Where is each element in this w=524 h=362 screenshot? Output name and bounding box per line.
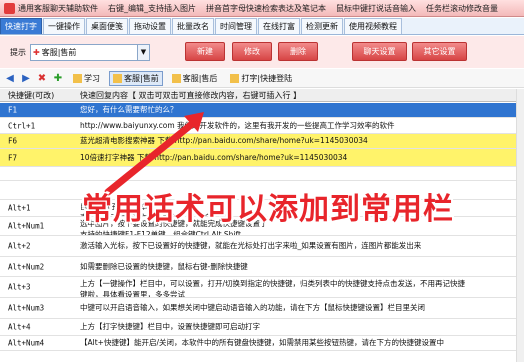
header-key: 快捷键(可改) [8,90,55,100]
row-content-line: 如需要删除已设置的快捷键，鼠标右键-删除快捷键 [80,262,248,271]
row-shortcut-key: Alt+Num4 [8,338,45,348]
edit-button[interactable]: 修改 [232,42,272,61]
prompt-label: 提示 [10,47,26,57]
row-shortcut-key: Alt+2 [8,241,31,251]
tab-check-updates[interactable]: 检测更新 [301,18,343,34]
row-content-line: 中键可以开启语音输入，如果想关闭中键启动语音输入的功能，请在下方【鼠标快捷键设置… [80,303,425,312]
row-content: 激活输入光标，按下已设置好的快捷键，就能在光标处打出字来啦_如果设置有图片，连图… [80,236,524,256]
row-shortcut-key: Alt+4 [8,322,31,332]
delete-button[interactable]: 删除 [278,42,318,61]
table-row[interactable]: F6 蓝光超清电影搜索神器 下载 http://pan.baidu.com/sha… [0,134,524,149]
chevron-down-icon: ▼ [137,44,149,60]
title-item-3: 鼠标中键打说话音输入 [336,3,416,13]
row-shortcut-key: F7 [8,153,18,162]
table-row[interactable]: Ctrl+1 http://www.baiyunxy.com 我们是开发软件的，这… [0,118,524,134]
row-content-line: 10倍速打字神器 下载 http://pan.baidu.com/share/h… [80,153,348,162]
row-content: 您好，有什么需要帮忙的么？ [80,103,524,117]
category-tab-study[interactable]: 学习 [69,71,104,86]
vertical-scrollbar[interactable] [516,89,524,362]
row-content: 蓝光超清电影搜索神器 下载 http://pan.baidu.com/share… [80,134,524,148]
row-shortcut-key: Alt+1 [8,203,31,213]
row-content-line: 【Alt+快捷键】能开启/关闭，本软件中的所有键盘快捷键，如需禁用某些按钮热键，… [80,338,444,347]
row-content: 上方【打字快捷键】栏目中，设置快捷键即可启动打字 [80,319,524,335]
table-row[interactable]: Alt+4 上方【打字快捷键】栏目中，设置快捷键即可启动打字 [0,319,524,336]
category-select-value: 客服|售前 [41,47,77,57]
row-content-line: 键啦，具体看设置里，多多尝试 [80,290,185,297]
table-header: 快捷键(可改) 快速回复内容【 双击可双击可直接修改内容，右键可插入行 】 [0,89,524,102]
row-content [80,167,524,180]
row-content-line: 上方【一键操作】栏目中，可以设置，打开/切换到指定的快捷键，归类列表中的快捷键支… [80,279,466,288]
row-content: http://www.baiyunxy.com 我们是开发软件的，这里有我开发的… [80,118,524,133]
tab-desktop-notes[interactable]: 桌面便笺 [86,18,128,34]
row-shortcut-key: F6 [8,136,18,146]
other-settings-button[interactable]: 其它设置 [412,42,467,61]
category-icon-bar: ◀ ▶ ✖ ✚ 学习 客服|售前 客服|售后 打字|快捷登陆 [0,69,524,88]
tab-time-management[interactable]: 时间管理 [215,18,257,34]
new-button[interactable]: 新建 [185,42,225,61]
title-item-2: 拼音首字母快速检索表达及笔记本 [206,3,326,13]
title-item-1: 右键_编辑_支持插入图片 [108,3,196,13]
back-icon[interactable]: ◀ [4,72,16,84]
folder-icon [73,73,82,83]
table-row[interactable]: F1 您好，有什么需要帮忙的么？ [0,103,524,118]
row-content: 【Alt+快捷键】能开启/关闭，本软件中的所有键盘快捷键，如需禁用某些按钮热键，… [80,336,524,350]
row-shortcut-key: Alt+Num1 [8,221,45,231]
title-item-0: 通用客服聊天辅助软件 [18,3,98,13]
category-tab-typing-login[interactable]: 打字|快捷登陆 [226,71,296,86]
add-icon[interactable]: ✚ [52,72,64,84]
table-row[interactable] [0,167,524,181]
category-select[interactable]: ✚ 客服|售前 ▼ [30,43,150,61]
folder-icon [113,73,122,83]
row-shortcut-key: Alt+Num2 [8,262,45,271]
close-icon[interactable]: ✖ [36,72,48,84]
row-content: 如需要删除已设置的快捷键，鼠标右键-删除快捷键 [80,257,524,276]
table-row[interactable]: Alt+Num3 中键可以开启语音输入，如果想关闭中键启动语音输入的功能，请在下方… [0,298,524,319]
search-icon: ✚ [33,47,40,57]
row-shortcut-key: Alt+3 [8,282,31,292]
tab-one-click[interactable]: 一键操作 [43,18,85,34]
app-logo-icon [4,2,15,14]
category-tab-label: 客服|售后 [182,73,218,83]
tab-batch-rename[interactable]: 批量改名 [172,18,214,34]
table-row[interactable]: Alt+2 激活输入光标，按下已设置好的快捷键，就能在光标处打出字来啦_如果设置有… [0,236,524,257]
category-tab-label: 客服|售前 [124,73,159,83]
folder-icon [171,73,181,83]
row-shortcut-key: Alt+Num3 [8,303,45,313]
category-tab-label: 打字|快捷登陆 [241,73,293,83]
row-content-line: 您好，有什么需要帮忙的么？ [80,105,178,114]
row-content-line: 激活输入光标，按下已设置好的快捷键，就能在光标处打出字来啦_如果设置有图片，连图… [80,241,422,250]
tab-quick-typing[interactable]: 快速打字 [0,18,42,34]
title-item-4: 任务栏滚动修改音量 [426,3,498,13]
category-tab-aftersales[interactable]: 客服|售后 [168,71,222,86]
overlay-caption: 常用话术可以添加到常用栏 [82,192,454,227]
category-tab-presales[interactable]: 客服|售前 [109,70,163,86]
chat-settings-button[interactable]: 聊天设置 [352,42,407,61]
row-content-line: 上方【打字快捷键】栏目中，设置快捷键即可启动打字 [80,322,260,331]
category-tab-label: 学习 [84,73,100,83]
tab-online[interactable]: 在线打富 [258,18,300,34]
table-row[interactable]: Alt+Num2 如需要删除已设置的快捷键，鼠标右键-删除快捷键 [0,257,524,277]
header-content: 快速回复内容【 双击可双击可直接修改内容，右键可插入行 】 [80,90,302,100]
folder-icon [230,73,240,83]
row-content: 中键可以开启语音输入，如果想关闭中键启动语音输入的功能，请在下方【鼠标快捷键设置… [80,298,524,318]
forward-icon[interactable]: ▶ [20,72,32,84]
title-bar: 通用客服聊天辅助软件 右键_编辑_支持插入图片 拼音首字母快速检索表达及笔记本 … [0,0,524,17]
tab-drag-settings[interactable]: 拖动设置 [129,18,171,34]
row-content-line: 蓝光超清电影搜索神器 下载 http://pan.baidu.com/share… [80,136,368,145]
main-tab-bar: 快速打字 一键操作 桌面便笺 拖动设置 批量改名 时间管理 在线打富 检测更新 … [0,18,524,35]
table-row[interactable]: Alt+Num4 【Alt+快捷键】能开启/关闭，本软件中的所有键盘快捷键，如需禁… [0,336,524,351]
row-content-line: 支持的快捷键F1-F12单键，组合键Ctrl,Alt,Shift [80,230,241,235]
row-shortcut-key: Ctrl+1 [8,121,36,130]
row-content: 上方【一键操作】栏目中，可以设置，打开/切换到指定的快捷键，归类列表中的快捷键支… [80,277,524,297]
table-row[interactable]: F7 10倍速打字神器 下载 http://pan.baidu.com/share… [0,149,524,167]
row-content: 10倍速打字神器 下载 http://pan.baidu.com/share/h… [80,149,524,166]
row-shortcut-key: F1 [8,105,18,115]
table-row[interactable]: Alt+3 上方【一键操作】栏目中，可以设置，打开/切换到指定的快捷键，归类列表中… [0,277,524,298]
tab-video-tutorial[interactable]: 使用视频教程 [344,18,402,34]
row-content-line: http://www.baiyunxy.com 我们是开发软件的，这里有我开发的… [80,121,395,130]
